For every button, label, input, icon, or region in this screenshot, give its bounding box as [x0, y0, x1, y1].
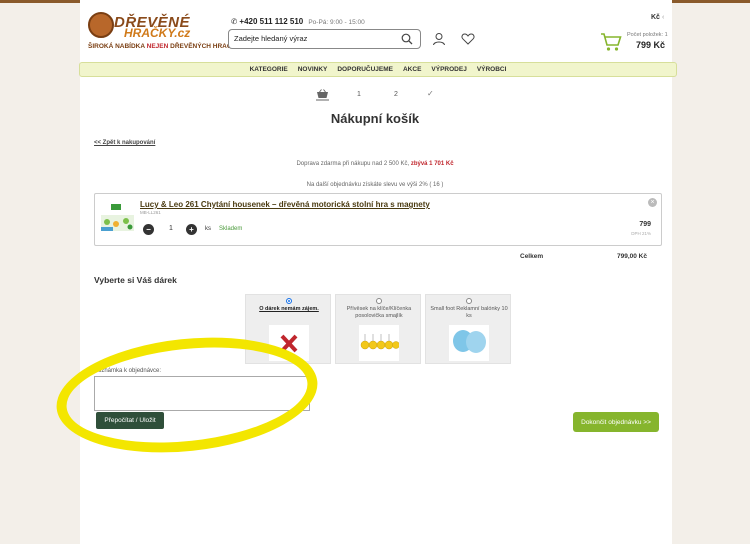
page-container [80, 0, 672, 544]
red-cross-icon [269, 325, 309, 361]
total-label: Celkem [520, 253, 544, 260]
gift-radio-keychain[interactable] [376, 298, 382, 304]
tagline-pre: ŠIROKÁ NABÍDKA [88, 43, 145, 50]
product-code: MB-LL261 [140, 210, 161, 215]
cart-icon[interactable] [600, 32, 622, 52]
finish-order-button[interactable]: Dokončit objednávku >> [573, 412, 659, 432]
smiley-keychain-image [359, 325, 399, 361]
currency-selector[interactable]: Kč ‹ [651, 14, 664, 21]
nav-item-doporucujeme[interactable]: DOPORUČUJEME [337, 66, 393, 73]
logo[interactable]: DŘEVĚNÉ HRAČKY.cz ŠIROKÁ NABÍDKA NEJEN D… [88, 12, 241, 56]
logo-line2: HRAČKY.cz [124, 26, 191, 40]
gift-option-none[interactable]: O dárek nemám zájem. [245, 294, 331, 364]
order-note-textarea[interactable] [94, 376, 310, 411]
gift-radio-none[interactable] [286, 298, 292, 304]
heart-icon[interactable] [461, 32, 475, 46]
nav-item-vyrobci[interactable]: VÝROBCI [477, 66, 507, 73]
nav-item-kategorie[interactable]: KATEGORIE [250, 66, 288, 73]
nav-item-novinky[interactable]: NOVINKY [298, 66, 328, 73]
nav-item-vyprodej[interactable]: VÝPRODEJ [431, 66, 466, 73]
gift-label-none: O dárek nemám zájem. [259, 306, 319, 312]
discount-info: Na další objednávku získáte slevu ve výš… [306, 182, 444, 188]
tagline-bold: NEJEN [146, 43, 169, 50]
quantity-decrease-button[interactable]: − [143, 224, 154, 235]
back-to-shopping-link[interactable]: << Zpět k nakupování [94, 140, 155, 146]
total-value: 799,00 Kč [617, 253, 647, 260]
shipping-text: Doprava zdarma při nákupu nad 2 500 Kč, [296, 161, 410, 167]
gift-option-balloons[interactable]: Small foot Reklamní balónky 10 ks [425, 294, 511, 364]
nav-item-akce[interactable]: AKCE [403, 66, 421, 73]
opening-hours: Po-Pá: 9:00 - 15:00 [308, 19, 365, 26]
chevron-icon: ‹ [661, 14, 665, 21]
search-box [228, 29, 421, 49]
phone-icon: ✆ [231, 17, 238, 26]
page-title: Nákupní košík [330, 111, 420, 126]
phone-number[interactable]: +420 511 112 510 [239, 17, 303, 26]
cart-count: Počet položek: 1 [627, 32, 668, 38]
quantity-unit: ks [205, 226, 211, 232]
cart-item: Lucy & Leo 261 Chytání housenek – dřevěn… [94, 193, 662, 246]
step-done-check-icon: ✓ [427, 89, 434, 98]
product-thumbnail[interactable] [99, 202, 136, 238]
item-price: 799 [639, 221, 651, 228]
gift-radio-balloons[interactable] [466, 298, 472, 304]
gift-option-keychain[interactable]: Přívěsek na klíče/Klíčenka posolovička s… [335, 294, 421, 364]
note-label: Poznámka k objednávce: [94, 368, 162, 374]
search-input[interactable] [234, 34, 394, 43]
shipping-remaining: zbývá 1 701 Kč [410, 161, 454, 167]
product-name-link[interactable]: Lucy & Leo 261 Chytání housenek – dřevěn… [140, 200, 430, 209]
step-cart-icon [316, 89, 329, 101]
cart-total[interactable]: 799 Kč [636, 40, 665, 50]
remove-item-close-icon[interactable]: × [648, 198, 657, 207]
checkout-steps: 1 2 ✓ [0, 89, 750, 103]
search-icon[interactable] [401, 33, 413, 45]
quantity-increase-button[interactable]: + [186, 224, 197, 235]
phone-info: ✆ +420 511 112 510 Po-Pá: 9:00 - 15:00 [231, 17, 365, 26]
step-2: 2 [394, 91, 398, 98]
user-icon[interactable] [432, 32, 446, 46]
main-nav: KATEGORIE NOVINKY DOPORUČUJEME AKCE VÝPR… [79, 62, 677, 77]
logo-tagline: ŠIROKÁ NABÍDKA NEJEN DŘEVĚNÝCH HRAČEK [88, 43, 241, 50]
stock-status: Skladem [219, 226, 243, 232]
shipping-info: Doprava zdarma při nákupu nad 2 500 Kč, … [0, 161, 750, 167]
balloons-image [449, 325, 489, 361]
gift-heading: Vyberte si Váš dárek [94, 275, 177, 285]
step-1: 1 [357, 91, 361, 98]
gift-label-keychain: Přívěsek na klíče/Klíčenka posolovička s… [346, 306, 412, 319]
quantity-value[interactable]: 1 [161, 225, 181, 232]
recalculate-save-button[interactable]: Přepočítat / Uložit [96, 412, 164, 429]
currency-label: Kč [651, 14, 660, 21]
logo-horse-icon [88, 12, 114, 38]
gift-label-balloons: Small foot Reklamní balónky 10 ks [430, 306, 508, 319]
item-vat: DPH 21% [631, 231, 651, 236]
